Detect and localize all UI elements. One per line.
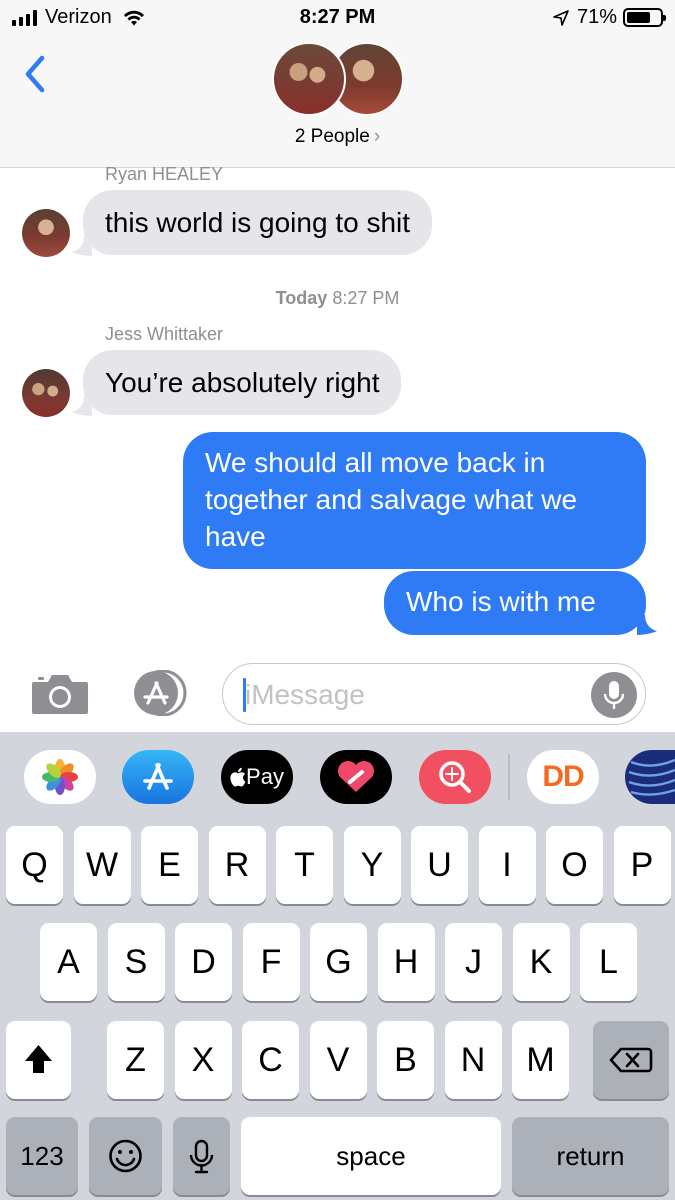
key-l[interactable]: L bbox=[580, 923, 637, 1001]
key-s[interactable]: S bbox=[107, 923, 165, 1001]
battery-icon bbox=[623, 8, 666, 27]
key-u[interactable]: U bbox=[411, 826, 468, 904]
sender-name-ryan: Ryan HEALEY bbox=[105, 164, 224, 184]
key-z[interactable]: Z bbox=[107, 1021, 164, 1099]
avatar[interactable] bbox=[22, 369, 70, 417]
delete-icon bbox=[609, 1047, 653, 1073]
keyboard: QWERTYUIOP ASDFGHJKL ZXCVBNM 123 space r… bbox=[0, 806, 675, 1200]
microphone-glyph bbox=[603, 681, 625, 709]
key-k[interactable]: K bbox=[512, 923, 570, 1001]
drawer-divider bbox=[508, 754, 510, 800]
bubble-tail bbox=[637, 615, 657, 635]
emoji-icon bbox=[109, 1139, 142, 1173]
timestamp-day: Today bbox=[275, 288, 328, 308]
key-b[interactable]: B bbox=[377, 1021, 434, 1099]
dictation-mic-icon bbox=[189, 1139, 214, 1174]
chevron-left-icon[interactable] bbox=[20, 52, 50, 96]
apple-logo-icon bbox=[230, 767, 246, 787]
message-line: have bbox=[205, 521, 266, 552]
shift-key[interactable] bbox=[6, 1021, 71, 1099]
battery-level bbox=[627, 12, 650, 23]
battery-percent: 71% bbox=[576, 6, 617, 28]
key-t[interactable]: T bbox=[276, 826, 333, 904]
avatar[interactable] bbox=[22, 209, 70, 257]
photos-icon[interactable] bbox=[24, 750, 96, 804]
key-o[interactable]: O bbox=[546, 826, 603, 904]
digital-touch-icon[interactable] bbox=[320, 750, 392, 804]
imessage-input[interactable] bbox=[222, 663, 646, 725]
key-j[interactable]: J bbox=[445, 923, 502, 1001]
key-m[interactable]: M bbox=[512, 1021, 569, 1099]
key-q[interactable]: Q bbox=[6, 826, 63, 904]
status-bar: Verizon 8:27 PM 71% bbox=[0, 0, 675, 38]
avatar-jess bbox=[272, 42, 346, 116]
key-v[interactable]: V bbox=[309, 1021, 367, 1099]
timestamp: Today 8:27 PM bbox=[0, 288, 675, 309]
people-count-label: 2 People bbox=[294, 126, 370, 147]
numbers-key[interactable]: 123 bbox=[6, 1117, 78, 1195]
key-a[interactable]: A bbox=[40, 923, 97, 1001]
key-r[interactable]: R bbox=[208, 826, 266, 904]
key-y[interactable]: Y bbox=[343, 826, 401, 904]
key-f[interactable]: F bbox=[242, 923, 300, 1001]
chevron-right-icon: › bbox=[373, 126, 381, 147]
return-key[interactable]: return bbox=[512, 1117, 669, 1195]
search-images-icon[interactable] bbox=[419, 750, 491, 804]
dunkin-icon[interactable]: DD bbox=[527, 750, 599, 804]
apple-pay-label: Pay bbox=[246, 764, 284, 789]
message-line: We should all move back in bbox=[205, 447, 546, 478]
timestamp-time: 8:27 PM bbox=[332, 288, 400, 308]
key-h[interactable]: H bbox=[377, 923, 435, 1001]
conversation-header: 2 People › bbox=[0, 38, 675, 168]
message-bubble-incoming[interactable]: You’re absolutely right bbox=[83, 350, 402, 415]
shift-icon bbox=[25, 1045, 52, 1073]
key-n[interactable]: N bbox=[444, 1021, 502, 1099]
key-w[interactable]: W bbox=[73, 826, 131, 904]
key-c[interactable]: C bbox=[242, 1021, 299, 1099]
key-e[interactable]: E bbox=[141, 826, 198, 904]
key-p[interactable]: P bbox=[613, 826, 671, 904]
app-store-icon[interactable] bbox=[126, 670, 190, 716]
space-key[interactable]: space bbox=[241, 1117, 501, 1195]
message-bubble-incoming[interactable]: this world is going to shit bbox=[83, 190, 433, 255]
microphone-icon[interactable] bbox=[591, 672, 637, 718]
group-avatar[interactable] bbox=[272, 42, 404, 118]
apple-pay-icon[interactable]: Pay bbox=[221, 750, 293, 804]
camera-icon[interactable] bbox=[30, 670, 90, 716]
message-bubble-outgoing[interactable]: We should all move back in together and … bbox=[183, 432, 646, 569]
key-d[interactable]: D bbox=[175, 923, 232, 1001]
delete-key[interactable] bbox=[593, 1021, 669, 1099]
key-x[interactable]: X bbox=[174, 1021, 232, 1099]
united-airlines-icon[interactable] bbox=[625, 750, 675, 804]
message-text-field[interactable] bbox=[245, 676, 585, 714]
message-line: together and salvage what we bbox=[205, 484, 578, 515]
sender-name-jess: Jess Whittaker bbox=[105, 324, 224, 344]
dunkin-label: DD bbox=[542, 760, 584, 793]
key-g[interactable]: G bbox=[310, 923, 367, 1001]
location-arrow-icon bbox=[553, 9, 569, 26]
key-i[interactable]: I bbox=[478, 826, 536, 904]
emoji-key[interactable] bbox=[89, 1117, 162, 1195]
message-bubble-outgoing[interactable]: Who is with me bbox=[384, 571, 646, 635]
dictation-key[interactable] bbox=[173, 1117, 230, 1195]
group-details-button[interactable]: 2 People › bbox=[0, 126, 675, 148]
app-store-icon[interactable] bbox=[122, 750, 194, 804]
status-right: 71% bbox=[553, 6, 666, 29]
